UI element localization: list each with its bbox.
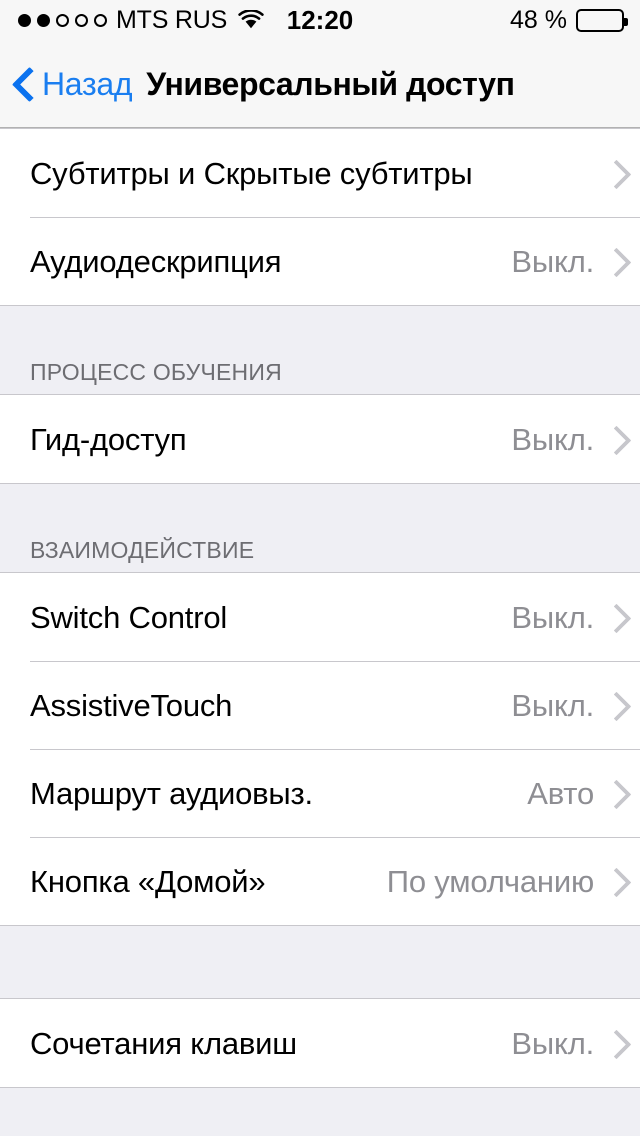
settings-row[interactable]: Маршрут аудиовыз. Авто: [0, 749, 640, 837]
settings-row[interactable]: Кнопка «Домой» По умолчанию: [0, 837, 640, 925]
settings-row-label: AssistiveTouch: [30, 687, 233, 723]
chevron-right-icon: [606, 247, 622, 275]
settings-screen: MTS RUS 12:20 48 % Назад Универсальный д…: [0, 0, 640, 1136]
settings-row[interactable]: AssistiveTouch Выкл.: [0, 661, 640, 749]
settings-list[interactable]: Субтитры и Скрытые субтитры Аудиодескрипц…: [0, 128, 640, 1136]
settings-row-value: Авто: [527, 775, 594, 811]
settings-row-value: Выкл.: [511, 421, 594, 457]
page-title: Универсальный доступ: [146, 65, 515, 102]
settings-row-accessory: Выкл.: [511, 602, 622, 633]
settings-row-label: Сочетания клавиш: [30, 1025, 297, 1061]
chevron-right-icon: [606, 867, 622, 895]
settings-row-value: Выкл.: [511, 243, 594, 279]
chevron-left-icon: [14, 67, 34, 101]
settings-group: Switch Control Выкл. AssistiveTouch Выкл. Ма…: [0, 572, 640, 926]
chevron-right-icon: [606, 603, 622, 631]
settings-row[interactable]: Аудиодескрипция Выкл.: [0, 217, 640, 305]
settings-row-accessory: Выкл.: [511, 246, 622, 277]
status-bar-clock: 12:20: [286, 5, 354, 35]
chevron-right-icon: [606, 425, 622, 453]
settings-row-accessory: Выкл.: [511, 690, 622, 721]
settings-row-value: По умолчанию: [386, 863, 594, 899]
settings-row-accessory: Авто: [527, 778, 622, 809]
settings-group: Субтитры и Скрытые субтитры Аудиодескрипц…: [0, 128, 640, 306]
back-button[interactable]: Назад: [14, 65, 133, 102]
chevron-right-icon: [606, 779, 622, 807]
settings-row-accessory: По умолчанию: [387, 866, 622, 897]
settings-group: Сочетания клавиш Выкл.: [0, 998, 640, 1088]
section-header: ПРОЦЕСС ОБУЧЕНИЯ: [0, 306, 640, 394]
settings-row-label: Switch Control: [30, 599, 228, 635]
settings-row[interactable]: Сочетания клавиш Выкл.: [0, 999, 640, 1087]
settings-row-accessory: Выкл.: [511, 1028, 622, 1059]
battery-icon: [576, 8, 628, 32]
status-bar: MTS RUS 12:20 48 %: [0, 0, 640, 40]
back-button-label: Назад: [42, 65, 133, 102]
settings-row[interactable]: Гид-доступ Выкл.: [0, 395, 640, 483]
settings-row-label: Гид-доступ: [30, 421, 187, 457]
settings-row-value: Выкл.: [511, 599, 594, 635]
settings-row-label: Аудиодескрипция: [30, 243, 282, 279]
settings-group: Гид-доступ Выкл.: [0, 394, 640, 484]
group-spacer: [0, 926, 640, 998]
settings-row-label: Маршрут аудиовыз.: [30, 775, 313, 811]
settings-row-accessory: [606, 159, 622, 187]
settings-row-value: Выкл.: [511, 687, 594, 723]
chevron-right-icon: [606, 159, 622, 187]
section-header-label: ПРОЦЕСС ОБУЧЕНИЯ: [30, 359, 282, 385]
settings-row-value: Выкл.: [511, 1025, 594, 1061]
navigation-bar: Назад Универсальный доступ: [0, 40, 640, 128]
settings-row-label: Субтитры и Скрытые субтитры: [30, 155, 473, 191]
section-header-label: ВЗАИМОДЕЙСТВИЕ: [30, 537, 255, 563]
chevron-right-icon: [606, 1029, 622, 1057]
chevron-right-icon: [606, 691, 622, 719]
settings-row[interactable]: Switch Control Выкл.: [0, 573, 640, 661]
settings-row-accessory: Выкл.: [511, 424, 622, 455]
settings-row-label: Кнопка «Домой»: [30, 863, 266, 899]
section-header: ВЗАИМОДЕЙСТВИЕ: [0, 484, 640, 572]
settings-row[interactable]: Субтитры и Скрытые субтитры: [0, 129, 640, 217]
